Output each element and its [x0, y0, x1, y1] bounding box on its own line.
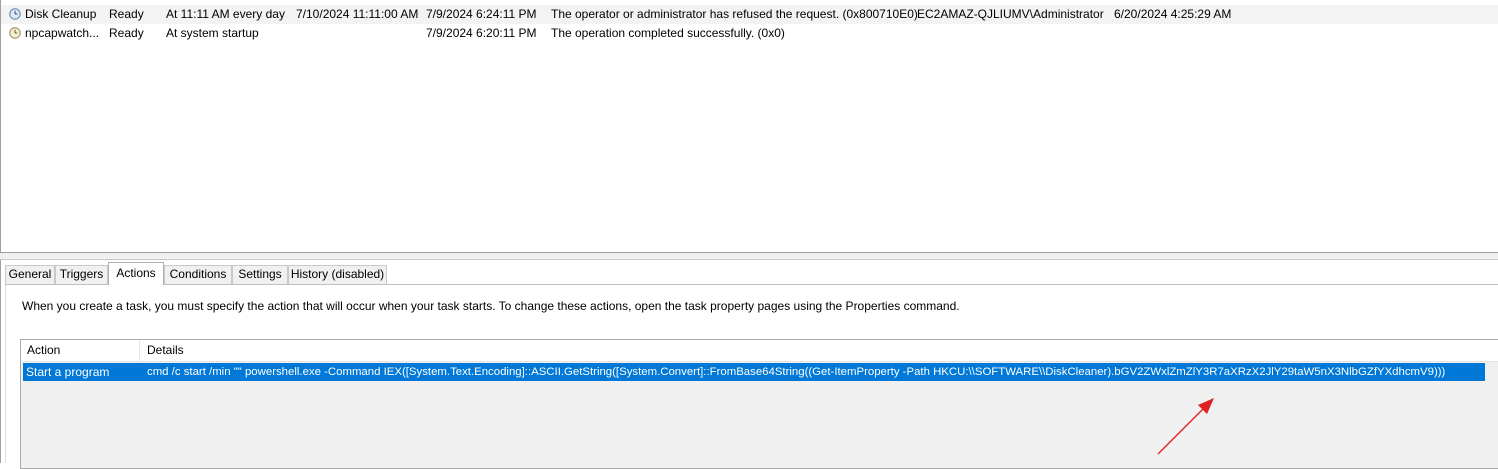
clock-icon [9, 8, 21, 20]
actions-tab-panel: When you create a task, you must specify… [5, 284, 1498, 469]
task-status: Ready [109, 26, 144, 40]
task-row[interactable]: Disk Cleanup Ready At 11:11 AM every day… [1, 5, 1498, 24]
task-list: Disk Cleanup Ready At 11:11 AM every day… [0, 0, 1498, 252]
actions-description: When you create a task, you must specify… [22, 299, 960, 313]
task-last-run: 7/9/2024 6:20:11 PM [426, 26, 537, 40]
task-name: Disk Cleanup [25, 7, 97, 21]
column-header-action[interactable]: Action [27, 344, 60, 357]
column-divider[interactable] [139, 340, 140, 361]
task-details-pane: General Triggers Actions Conditions Sett… [0, 260, 1498, 469]
column-header-details[interactable]: Details [147, 344, 184, 357]
tab-conditions[interactable]: Conditions [164, 265, 232, 284]
task-trigger: At 11:11 AM every day [166, 7, 285, 21]
task-row[interactable]: npcapwatch... Ready At system startup 7/… [1, 24, 1498, 43]
red-arrow-annotation [1157, 398, 1214, 455]
clock-icon [9, 27, 21, 39]
task-created: 6/20/2024 4:25:29 AM [1114, 7, 1232, 21]
tab-settings[interactable]: Settings [232, 265, 288, 284]
task-status: Ready [109, 7, 144, 21]
tab-triggers[interactable]: Triggers [55, 265, 108, 284]
action-details: cmd /c start /min "" powershell.exe -Com… [147, 366, 1446, 378]
actions-list[interactable]: Action Details Start a program cmd /c st… [20, 339, 1498, 469]
task-last-result: The operator or administrator has refuse… [551, 7, 918, 21]
tab-general[interactable]: General [5, 265, 55, 284]
actions-list-header: Action Details [21, 340, 1498, 362]
tab-actions[interactable]: Actions [108, 262, 164, 285]
task-last-run: 7/9/2024 6:24:11 PM [426, 7, 537, 21]
tab-history[interactable]: History (disabled) [288, 265, 387, 284]
task-next-run: 7/10/2024 11:11:00 AM [296, 7, 419, 21]
task-last-result: The operation completed successfully. (0… [551, 26, 785, 40]
action-row[interactable]: Start a program cmd /c start /min "" pow… [23, 363, 1485, 381]
task-name: npcapwatch... [25, 26, 100, 40]
action-type: Start a program [26, 365, 110, 379]
task-author: EC2AMAZ-QJLIUMV\Administrator [917, 7, 1104, 21]
task-trigger: At system startup [166, 26, 259, 40]
